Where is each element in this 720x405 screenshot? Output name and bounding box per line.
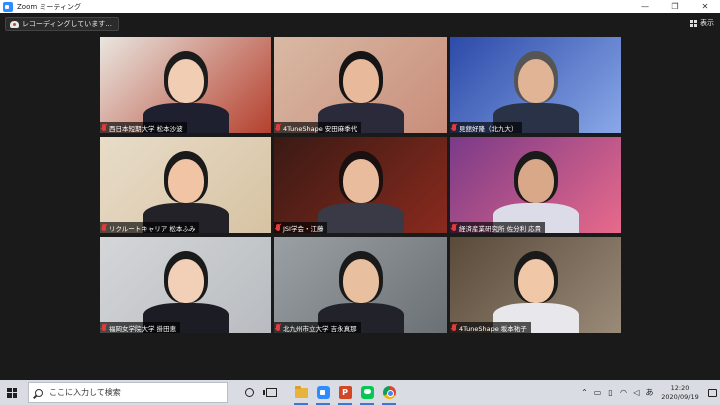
powerpoint-button[interactable]: P	[334, 380, 356, 405]
video-tile[interactable]: 西日本短期大学 松本沙波	[100, 37, 271, 133]
muted-mic-icon	[452, 124, 456, 131]
close-button[interactable]: ✕	[690, 0, 720, 13]
participant-name: 北九州市立大学 吉永真那	[283, 324, 357, 333]
grid-view-icon	[690, 19, 697, 27]
recording-indicator[interactable]: レコーディングしています...	[5, 17, 119, 31]
clock-time: 12:20	[670, 383, 690, 392]
participant-face	[342, 259, 379, 303]
video-tile[interactable]: 経済産業研究所 佐分利 応貴	[450, 137, 621, 233]
video-tile[interactable]: 見舘好隆（北九大）	[450, 37, 621, 133]
recording-label: レコーディングしています...	[22, 20, 112, 28]
cloud-record-icon	[10, 20, 19, 28]
zoom-icon	[316, 386, 330, 399]
start-button[interactable]	[0, 380, 24, 405]
task-view-icon	[262, 388, 277, 397]
participant-name: 4TuneShape 安田麻季代	[283, 124, 358, 133]
notification-icon	[707, 388, 717, 397]
notification-button[interactable]	[704, 380, 720, 405]
participant-face	[342, 59, 379, 103]
participant-name-tag: 福岡女学院大学 掛田恵	[100, 322, 181, 333]
taskbar-search[interactable]	[28, 382, 228, 403]
search-input[interactable]	[49, 388, 219, 397]
participant-name: 福岡女学院大学 掛田恵	[109, 324, 177, 333]
participant-face	[517, 59, 554, 103]
muted-mic-icon	[276, 124, 280, 131]
system-tray: ⌃ ▭ ▯ ◠ ◁ あ 12:20 2020/09/19	[578, 380, 720, 405]
participant-name: 見舘好隆（北九大）	[459, 124, 518, 133]
video-tile[interactable]: リクルートキャリア 松本ふみ	[100, 137, 271, 233]
muted-mic-icon	[452, 324, 456, 331]
participant-name-tag: 見舘好隆（北九大）	[450, 122, 522, 133]
participant-name-tag: 経済産業研究所 佐分利 応貴	[450, 222, 546, 233]
line-icon	[360, 386, 374, 399]
restore-button[interactable]: ❐	[660, 0, 690, 13]
muted-mic-icon	[102, 224, 106, 231]
participant-name-tag: 4TuneShape 安田麻季代	[274, 122, 362, 133]
participant-name: 経済産業研究所 佐分利 応貴	[459, 224, 542, 233]
participant-name-tag: リクルートキャリア 松本ふみ	[100, 222, 200, 233]
muted-mic-icon	[276, 224, 280, 231]
muted-mic-icon	[276, 324, 280, 331]
participant-face	[517, 159, 554, 203]
participant-face	[167, 59, 204, 103]
file-explorer-button[interactable]	[290, 380, 312, 405]
participant-name: 4TuneShape 坂本祐子	[459, 324, 527, 333]
window-controls: — ❐ ✕	[630, 0, 720, 13]
participant-name: JSI学会・江藤	[283, 224, 324, 233]
muted-mic-icon	[102, 324, 106, 331]
video-tile[interactable]: 4TuneShape 坂本祐子	[450, 237, 621, 333]
clock[interactable]: 12:20 2020/09/19	[656, 384, 704, 402]
participant-body	[317, 203, 404, 233]
powerpoint-icon: P	[338, 386, 352, 399]
cortana-icon	[244, 388, 254, 397]
minimize-button[interactable]: —	[630, 0, 660, 13]
task-view-button[interactable]	[260, 380, 282, 405]
volume-icon[interactable]: ◁	[630, 380, 643, 405]
participant-name-tag: 西日本短期大学 松本沙波	[100, 122, 187, 133]
zoom-app-icon	[3, 1, 13, 12]
participant-name-tag: JSI学会・江藤	[274, 222, 328, 233]
taskbar: P ⌃ ▭ ▯ ◠ ◁ あ 12:20 2020/09/19	[0, 380, 720, 405]
window-title: Zoom ミーティング	[17, 2, 81, 11]
view-label: 表示	[700, 19, 714, 27]
participant-face	[167, 159, 204, 203]
participant-face	[342, 159, 379, 203]
muted-mic-icon	[102, 124, 106, 131]
view-button[interactable]: 表示	[690, 17, 714, 29]
ime-indicator[interactable]: あ	[643, 380, 656, 405]
video-tile[interactable]: 福岡女学院大学 掛田恵	[100, 237, 271, 333]
network-icon[interactable]: ▭	[591, 380, 604, 405]
participant-name: 西日本短期大学 松本沙波	[109, 124, 183, 133]
video-tile[interactable]: 4TuneShape 安田麻季代	[274, 37, 447, 133]
title-bar: Zoom ミーティング — ❐ ✕	[0, 0, 720, 13]
battery-icon[interactable]: ▯	[604, 380, 617, 405]
participant-face	[167, 259, 204, 303]
chrome-button[interactable]	[378, 380, 400, 405]
line-button[interactable]	[356, 380, 378, 405]
zoom-taskbar-button[interactable]	[312, 380, 334, 405]
chrome-icon	[382, 386, 396, 399]
clock-date: 2020/09/19	[661, 392, 699, 401]
video-tile[interactable]: JSI学会・江藤	[274, 137, 447, 233]
participant-face	[517, 259, 554, 303]
participant-name-tag: 4TuneShape 坂本祐子	[450, 322, 531, 333]
wifi-icon[interactable]: ◠	[617, 380, 630, 405]
participant-name: リクルートキャリア 松本ふみ	[109, 224, 196, 233]
muted-mic-icon	[452, 224, 456, 231]
file-explorer-icon	[294, 385, 308, 398]
gallery-grid: 西日本短期大学 松本沙波 4TuneShape 安田麻季代 見舘好隆（北九大） リクル…	[100, 37, 621, 333]
search-icon	[35, 388, 43, 397]
tray-overflow-button[interactable]: ⌃	[578, 380, 591, 405]
cortana-button[interactable]	[238, 380, 260, 405]
windows-logo-icon	[7, 387, 17, 398]
video-tile[interactable]: 北九州市立大学 吉永真那	[274, 237, 447, 333]
participant-name-tag: 北九州市立大学 吉永真那	[274, 322, 361, 333]
